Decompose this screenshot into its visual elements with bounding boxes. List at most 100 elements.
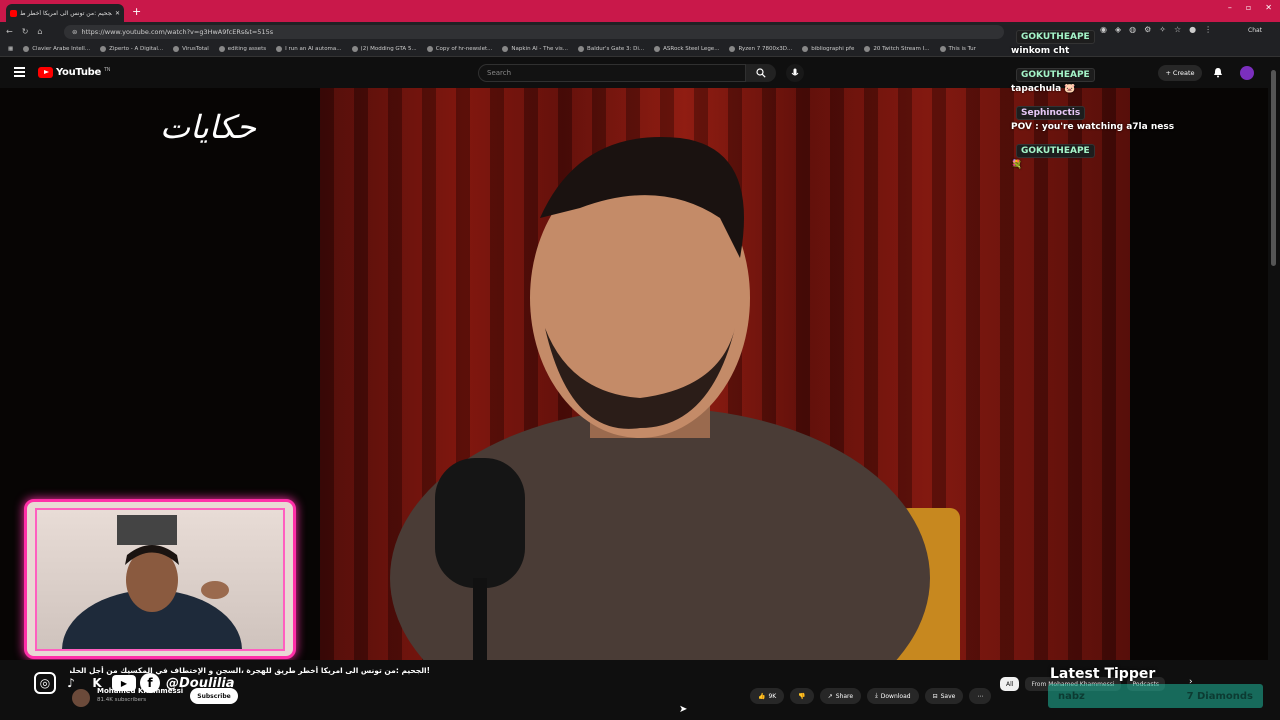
download-button[interactable]: ⤓ Download (867, 688, 919, 704)
chat-message: GOKUTHEAPE tapachula 🐷 (1008, 62, 1258, 94)
menu-icon[interactable] (14, 67, 25, 77)
chat-text: POV : you're watching a7la ness (1011, 122, 1175, 132)
like-count: 9K (768, 692, 777, 700)
bookmark-label: This is Tur (948, 45, 976, 52)
social-handle: @Doulilia (166, 675, 235, 691)
bookmark-label: Clavier Arabe Intell... (32, 45, 91, 52)
bookmark-item[interactable]: VirusTotal (173, 45, 209, 52)
bookmark-favicon-icon (939, 45, 946, 52)
search-input[interactable]: Search (478, 64, 746, 82)
bookmark-item[interactable]: (2) Modding GTA 5... (351, 45, 417, 52)
bookmark-label: VirusTotal (182, 45, 209, 52)
thumbs-up-icon: 👍 (758, 692, 766, 700)
dislike-button[interactable]: 👎 (790, 688, 814, 704)
apps-icon[interactable]: ▦ (8, 46, 13, 52)
filter-all[interactable]: All (1000, 677, 1020, 691)
home-icon[interactable]: ⌂ (37, 27, 42, 36)
chat-text: tapachula 🐷 (1011, 84, 1076, 94)
bookmark-item[interactable]: I run an AI automa... (276, 45, 342, 52)
tipper-amount: 7 Diamonds (1186, 690, 1253, 702)
bookmark-item[interactable]: Ryzen 7 7800x3D... (729, 45, 793, 52)
bookmark-item[interactable]: ASRock Steel Lege... (654, 45, 719, 52)
maximize-icon[interactable]: ▫ (1246, 3, 1251, 12)
chat-username: Sephinoctis (1016, 106, 1086, 120)
reload-icon[interactable]: ↻ (22, 27, 29, 36)
social-overlay: ◎ ♪ K ▶ f @Doulilia (34, 672, 235, 694)
more-icon: ⋯ (977, 692, 984, 700)
bookmark-favicon-icon (351, 45, 358, 52)
bookmark-favicon-icon (578, 45, 585, 52)
search-button[interactable] (746, 64, 776, 82)
site-info-icon[interactable]: ⊜ (72, 28, 77, 36)
chat-text: 💐 (1011, 160, 1023, 170)
tab-title: الجحيم :من تونس الى امريكا أخطر ط (20, 9, 112, 17)
bookmark-item[interactable]: Napkin AI - The vis... (502, 45, 568, 52)
stream-chat-overlay: GOKUTHEAPE winkom cht GOKUTHEAPE tapachu… (1008, 24, 1258, 176)
youtube-favicon-icon (10, 9, 17, 17)
youtube-logo[interactable]: YouTube TN (38, 67, 111, 78)
url-text: https://www.youtube.com/watch?v=g3HwA9fc… (81, 27, 274, 36)
bookmark-favicon-icon (100, 45, 107, 52)
url-field[interactable]: ⊜ https://www.youtube.com/watch?v=g3HwA9… (64, 24, 1004, 39)
bookmark-favicon-icon (729, 45, 736, 52)
webcam-overlay (24, 499, 296, 659)
new-tab-button[interactable]: + (132, 5, 141, 18)
bookmark-favicon-icon (426, 45, 433, 52)
youtube-play-icon (38, 67, 53, 78)
chat-message: GOKUTHEAPE 💐 (1008, 138, 1258, 170)
tab-close-icon[interactable]: ✕ (115, 10, 120, 17)
bookmark-label: Baldur's Gate 3: Di... (587, 45, 645, 52)
bookmark-label: I run an AI automa... (285, 45, 342, 52)
save-label: Save (940, 692, 956, 700)
video-actions: 👍 9K 👎 ↗ Share ⤓ Download ⊟ Save ⋯ (750, 688, 992, 704)
bookmark-label: Copy of hr-newslet... (435, 45, 493, 52)
voice-search-button[interactable] (786, 64, 804, 82)
scrollbar-thumb[interactable] (1271, 70, 1276, 266)
share-button[interactable]: ↗ Share (819, 688, 862, 704)
show-logo: حكايات (160, 108, 256, 146)
bookmark-favicon-icon (864, 45, 871, 52)
chat-username: GOKUTHEAPE (1016, 30, 1095, 44)
bookmark-item[interactable]: bibliographi pfe (802, 45, 855, 52)
share-icon: ↗ (827, 692, 833, 700)
save-button[interactable]: ⊟ Save (924, 688, 964, 704)
close-window-icon[interactable]: ✕ (1265, 3, 1272, 12)
bookmark-item[interactable]: Baldur's Gate 3: Di... (578, 45, 645, 52)
bookmark-favicon-icon (276, 45, 283, 52)
back-icon[interactable]: ← (6, 27, 13, 36)
bookmark-item[interactable]: Copy of hr-newslet... (426, 45, 493, 52)
bookmark-label: (2) Modding GTA 5... (360, 45, 417, 52)
thumbs-down-icon: 👎 (798, 692, 806, 700)
bookmark-favicon-icon (802, 45, 809, 52)
logo-text: YouTube (56, 67, 101, 78)
bookmark-icon: ⊟ (932, 692, 938, 700)
bookmark-label: bibliographi pfe (811, 45, 855, 52)
chat-text: winkom cht (1011, 46, 1070, 56)
bookmark-item[interactable]: 20 Twitch Stream I... (864, 45, 930, 52)
bookmark-item[interactable]: Clavier Arabe Intell... (23, 45, 91, 52)
like-button[interactable]: 👍 9K (750, 688, 785, 704)
bookmark-item[interactable]: editing assets (218, 45, 266, 52)
bookmark-favicon-icon (23, 45, 30, 52)
bookmark-label: Ziperto - A Digital... (109, 45, 164, 52)
search-icon (756, 68, 766, 78)
latest-tipper-title: Latest Tipper (1050, 666, 1156, 682)
chat-username: GOKUTHEAPE (1016, 144, 1095, 158)
nav-buttons: ← ↻ ⌂ (0, 27, 64, 36)
kick-icon: K (92, 676, 102, 690)
youtube-icon: ▶ (112, 675, 136, 691)
minimize-icon[interactable]: – (1228, 3, 1232, 12)
country-code: TN (104, 67, 111, 73)
mouse-cursor-icon: ➤ (679, 704, 688, 715)
bookmark-item[interactable]: This is Tur (939, 45, 976, 52)
share-label: Share (835, 692, 854, 700)
bookmark-item[interactable]: Ziperto - A Digital... (100, 45, 164, 52)
bookmark-label: Ryzen 7 7800x3D... (738, 45, 793, 52)
chat-username: GOKUTHEAPE (1016, 68, 1095, 82)
chat-message: GOKUTHEAPE winkom cht (1008, 24, 1258, 56)
browser-tab[interactable]: الجحيم :من تونس الى امريكا أخطر ط ✕ (6, 4, 124, 22)
window-controls: – ▫ ✕ (1228, 3, 1272, 12)
download-label: Download (880, 692, 911, 700)
streamer-figure (62, 515, 242, 649)
more-actions-button[interactable]: ⋯ (969, 688, 992, 704)
